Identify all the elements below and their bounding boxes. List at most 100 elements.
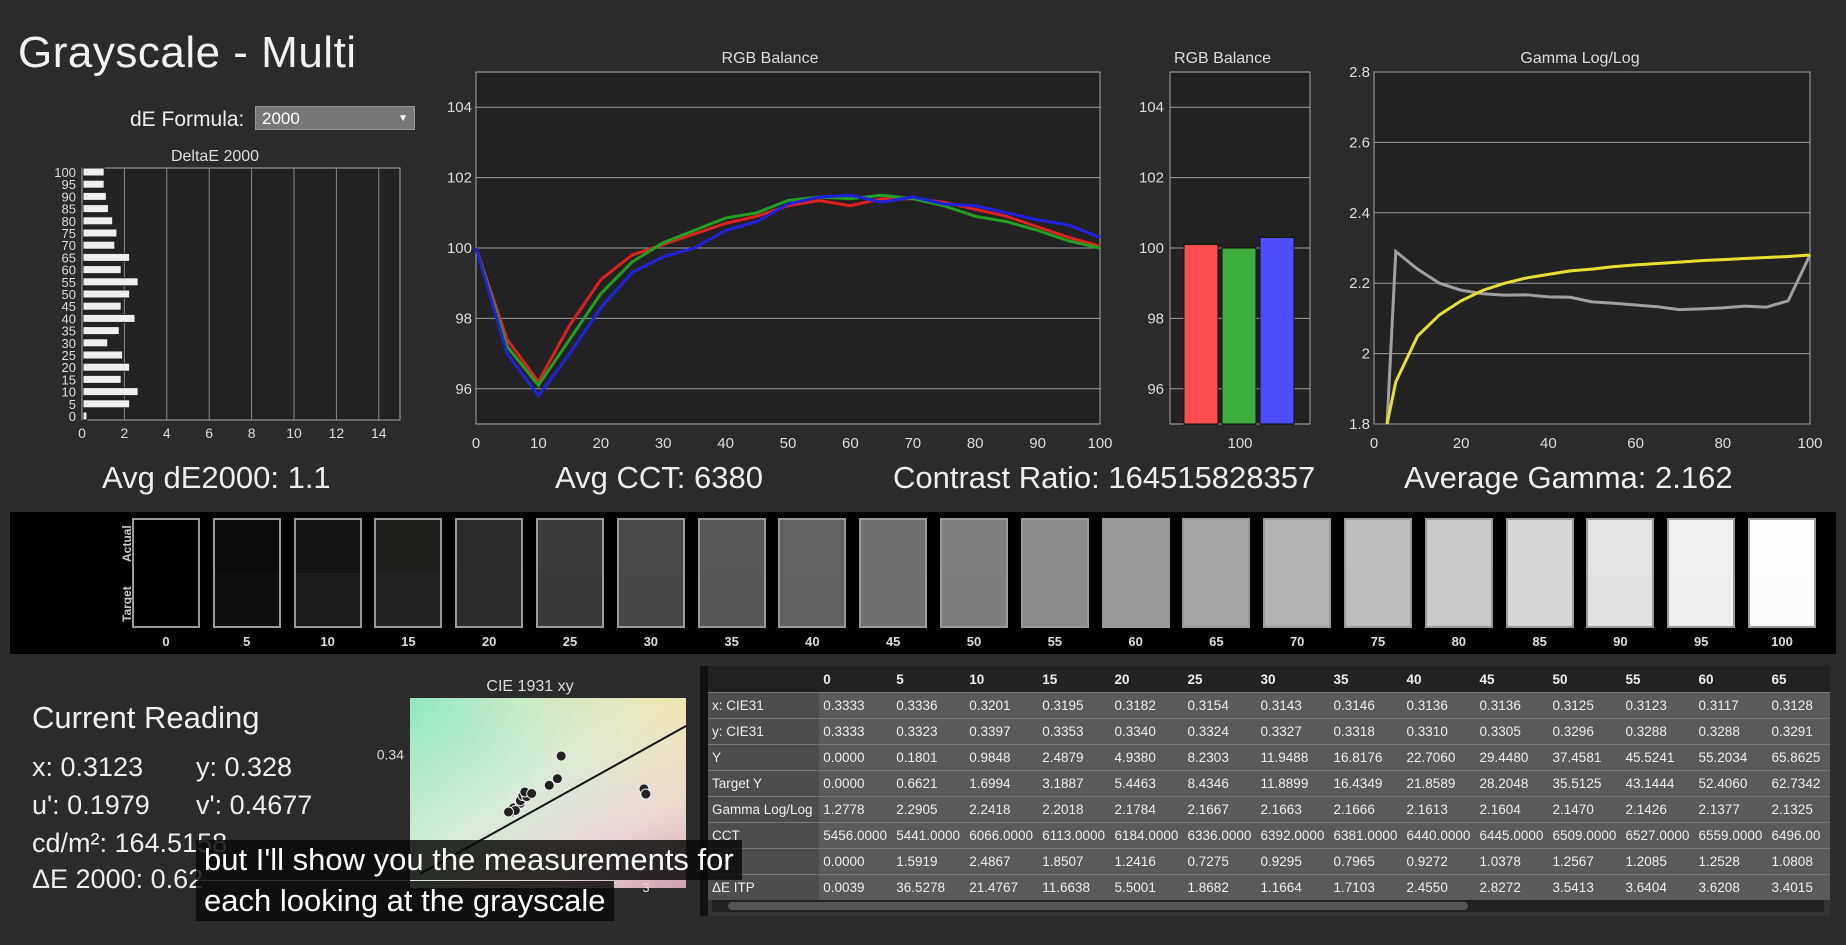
gamma-xtick: 20 bbox=[1453, 435, 1470, 452]
table-row: Target Y 0.0000 0.6621 1.6994 3.1887 5.4463 8.… bbox=[708, 770, 1830, 797]
table-cell: 6184.0000 bbox=[1110, 822, 1184, 849]
table-cell: 0.3123 bbox=[1621, 692, 1695, 719]
table-cell: 2.4550 bbox=[1402, 874, 1476, 900]
table-cell: 0.3146 bbox=[1329, 692, 1403, 719]
swatch-label: 30 bbox=[643, 634, 659, 649]
swatch-target bbox=[134, 573, 198, 626]
swatch-label: 10 bbox=[320, 634, 335, 649]
table-row-label: x: CIE31 bbox=[708, 692, 820, 719]
rgb_balance_line-ytick: 102 bbox=[447, 170, 472, 187]
swatch-target bbox=[295, 573, 360, 626]
table-scroll-thumb[interactable] bbox=[728, 902, 1468, 910]
table-cell: 1.2528 bbox=[1694, 848, 1768, 875]
rgb-balance-line-chart: 104 102 100 98 96 0 10 20 30 40 50 60 70 80 90 100 bbox=[447, 71, 1113, 452]
swatch-actual bbox=[134, 520, 198, 573]
table-cell: 11.9488 bbox=[1256, 744, 1330, 771]
swatch-actual bbox=[538, 520, 602, 573]
reading-de: ΔE 2000: 0.62 bbox=[32, 864, 204, 894]
rgb_balance_line-xtick: 40 bbox=[717, 435, 734, 452]
table-column-header: 5 bbox=[892, 666, 966, 693]
rgb_balance_line-xtick: 60 bbox=[842, 435, 859, 452]
table-cell: 3.1887 bbox=[1038, 770, 1111, 797]
avg-gamma-summary: Average Gamma: 2.162 bbox=[1404, 460, 1733, 495]
table-cell: 43.1444 bbox=[1621, 770, 1695, 797]
grayscale-swatch-10 bbox=[293, 518, 362, 628]
deltae-bar bbox=[82, 204, 109, 214]
swatch-target bbox=[214, 573, 279, 626]
table-cell: 6381.0000 bbox=[1329, 822, 1403, 849]
swatch-actual bbox=[1588, 520, 1653, 573]
swatch-target bbox=[942, 573, 1006, 626]
deltae-bar bbox=[82, 216, 114, 226]
swatch-actual bbox=[1426, 520, 1491, 573]
page-title: Grayscale - Multi bbox=[18, 28, 357, 77]
swatch-actual bbox=[1669, 520, 1734, 573]
swatch-target bbox=[1669, 573, 1734, 626]
grayscale-swatch-70 bbox=[1263, 518, 1332, 628]
table-cell: 0.3288 bbox=[1694, 718, 1768, 745]
table-row-label: Y bbox=[708, 744, 820, 771]
gamma-xtick: 100 bbox=[1797, 435, 1822, 452]
table-cell: 0.3333 bbox=[819, 718, 893, 745]
gamma-xtick: 0 bbox=[1370, 435, 1378, 452]
table-cell: 1.8507 bbox=[1038, 848, 1111, 875]
avg-cct-summary: Avg CCT: 6380 bbox=[555, 460, 763, 495]
table-cell: 0.3333 bbox=[819, 692, 893, 719]
table-cell: 0.1801 bbox=[892, 744, 966, 771]
table-cell: 0.3136 bbox=[1475, 692, 1549, 719]
table-cell: 0.3195 bbox=[1038, 692, 1111, 719]
deltae-bar bbox=[82, 313, 136, 323]
table-cell: 6392.0000 bbox=[1256, 822, 1330, 849]
cie-point bbox=[526, 788, 538, 800]
table-row-label: Gamma Log/Log bbox=[708, 796, 820, 823]
rgbb-ytick: 98 bbox=[1147, 310, 1164, 327]
swatch-actual bbox=[699, 520, 764, 573]
table-header-row: 0 5 10 15 20 25 30 35 40 45 50 55 60 65 bbox=[708, 666, 1830, 693]
deltae-bar bbox=[82, 252, 131, 262]
swatch-label: 60 bbox=[1128, 634, 1143, 649]
swatch-target bbox=[538, 573, 602, 626]
table-column-header: 10 bbox=[965, 666, 1039, 693]
swatch-target bbox=[1507, 573, 1572, 626]
table-cell: 0.0000 bbox=[819, 770, 893, 797]
table-cell: 0.6621 bbox=[892, 770, 966, 797]
swatch-label: 65 bbox=[1209, 634, 1224, 649]
table-cell: 3.6404 bbox=[1621, 874, 1695, 900]
deltae-bar bbox=[82, 191, 107, 201]
table-cell: 1.8682 bbox=[1183, 874, 1257, 900]
rgb_balance_line-xtick: 0 bbox=[472, 435, 480, 452]
table-cell: 6559.0000 bbox=[1694, 822, 1768, 849]
table-cell: 2.1325 bbox=[1767, 796, 1830, 823]
table-cell: 5456.0000 bbox=[819, 822, 893, 849]
table-cell: 0.3201 bbox=[965, 692, 1039, 719]
table-column-header: 40 bbox=[1402, 666, 1476, 693]
table-column-header: 55 bbox=[1621, 666, 1695, 693]
table-cell: 0.3336 bbox=[892, 692, 966, 719]
table-cell: 8.2303 bbox=[1183, 744, 1257, 771]
swatch-label: 95 bbox=[1693, 634, 1709, 649]
table-column-header: 0 bbox=[819, 666, 893, 693]
table-cell: 5441.0000 bbox=[892, 822, 966, 849]
grayscale-swatch-50 bbox=[940, 518, 1008, 628]
current-reading-title: Current Reading bbox=[32, 700, 260, 735]
reading-v: v': 0.4677 bbox=[196, 790, 313, 820]
table-cell: 0.3318 bbox=[1329, 718, 1403, 745]
table-cell: 2.2905 bbox=[892, 796, 966, 823]
table-cell: 1.0808 bbox=[1767, 848, 1830, 875]
table-column-header: 30 bbox=[1256, 666, 1330, 693]
rgbb-xtick: 100 bbox=[1227, 435, 1252, 452]
grayscale-swatch-85 bbox=[1505, 518, 1574, 628]
table-cell: 21.8589 bbox=[1402, 770, 1476, 797]
gamma-xtick: 80 bbox=[1714, 435, 1731, 452]
grayscale-swatch-35 bbox=[697, 518, 766, 628]
rgb_balance_line-ytick: 96 bbox=[455, 381, 472, 398]
swatch-actual bbox=[1346, 520, 1410, 573]
table-cell: 35.5125 bbox=[1548, 770, 1622, 797]
table-cell: 0.9295 bbox=[1256, 848, 1330, 875]
de-formula-select[interactable]: 2000 ▼ bbox=[255, 106, 415, 130]
table-cell: 6496.00 bbox=[1767, 822, 1830, 849]
swatch-actual bbox=[214, 520, 279, 573]
swatch-target bbox=[1022, 573, 1087, 626]
table-row: Y 0.0000 0.1801 0.9848 2.4879 4.9380 8.2303 11.… bbox=[708, 744, 1830, 771]
table-cell: 2.2418 bbox=[965, 796, 1039, 823]
